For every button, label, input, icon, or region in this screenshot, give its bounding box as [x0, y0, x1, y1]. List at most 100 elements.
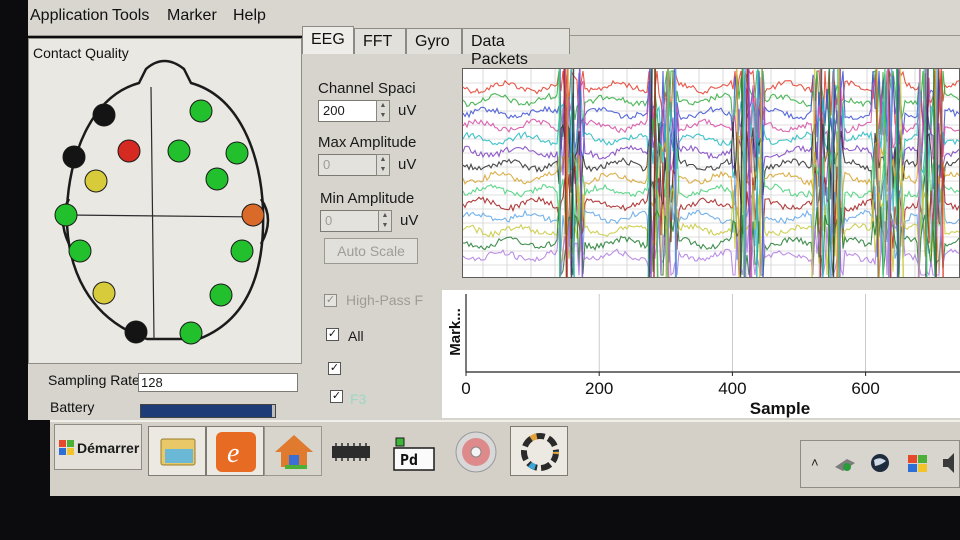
- marker-x-tick-label: 200: [585, 379, 613, 398]
- menu-tools[interactable]: Tools: [112, 7, 149, 25]
- sensor-green: [54, 203, 78, 227]
- taskbar-cd-button[interactable]: [446, 426, 504, 476]
- sensor-yellow: [84, 169, 108, 193]
- eeg-spike: [828, 68, 831, 278]
- svg-text:e: e: [227, 438, 239, 469]
- sensor-green: [205, 167, 229, 191]
- marker-x-tick-label: 0: [461, 379, 470, 398]
- battery-label: Battery: [50, 399, 95, 415]
- marker-y-axis-label: Mark...: [447, 308, 464, 356]
- sensor-green: [225, 141, 249, 165]
- eeg-spike: [666, 68, 670, 278]
- pd-icon: Pd: [393, 437, 435, 471]
- battery-bar: [140, 404, 276, 418]
- min-amplitude-unit: uV: [400, 212, 419, 229]
- sensor-red: [117, 139, 141, 163]
- channel-label-faded: [350, 362, 354, 378]
- menu-application[interactable]: Application: [30, 7, 108, 25]
- chevron-up-icon[interactable]: ˄: [811, 455, 819, 470]
- flag-icon[interactable]: [905, 451, 931, 475]
- pd-icon-text: Pd: [400, 451, 418, 469]
- tab-gyro[interactable]: Gyro: [406, 28, 462, 54]
- eeg-spike: [886, 68, 890, 278]
- sensor-yellow: [92, 281, 116, 305]
- chip-icon: [332, 443, 370, 461]
- max-amplitude-input[interactable]: 0: [318, 154, 384, 176]
- sensor-green: [189, 99, 213, 123]
- taskbar-folder-button[interactable]: [148, 426, 206, 476]
- ring-icon: [521, 433, 559, 471]
- menu-help[interactable]: Help: [233, 7, 266, 25]
- contact-quality-panel: Contact Quality: [28, 38, 302, 364]
- taskbar-e-app-button[interactable]: e: [206, 426, 264, 476]
- midline-vertical: [150, 86, 155, 340]
- max-amplitude-label: Max Amplitude: [318, 134, 417, 151]
- taskbar: Démarrer e Pd ˄: [50, 420, 960, 496]
- network-icon[interactable]: [833, 451, 857, 475]
- eeg-spike: [674, 68, 678, 278]
- sensor-green: [167, 139, 191, 163]
- speaker-icon[interactable]: [941, 450, 959, 476]
- eeg-spike: [756, 68, 759, 278]
- system-tray: ˄: [800, 440, 960, 488]
- taskbar-pd-button[interactable]: Pd: [384, 426, 442, 476]
- tab-fft[interactable]: FFT: [354, 28, 406, 54]
- taskbar-chip-button[interactable]: [322, 426, 380, 476]
- channel-f3-checkbox[interactable]: ✓: [330, 390, 343, 403]
- channel-spacing-input[interactable]: 200: [318, 100, 384, 122]
- min-amplitude-label: Min Amplitude: [320, 190, 415, 207]
- sampling-rate-label: Sampling Rate: [48, 372, 140, 388]
- head-map-icon: [54, 59, 270, 345]
- all-channels-label: All: [348, 328, 364, 344]
- start-button[interactable]: Démarrer: [54, 424, 142, 470]
- sensor-green: [179, 321, 203, 345]
- marker-chart: 0 200 400 600 Sample Mark...: [447, 294, 960, 418]
- sensor-black: [92, 103, 116, 127]
- marker-plot[interactable]: 0 200 400 600 Sample Mark...: [442, 290, 960, 418]
- battery-fill: [141, 405, 273, 417]
- sensor-black: [62, 145, 86, 169]
- channel-spacing-unit: uV: [398, 102, 417, 119]
- eeg-spike: [558, 68, 561, 278]
- e-app-icon: e: [216, 432, 256, 472]
- screen: Application Tools Marker Help Contact Qu…: [0, 0, 960, 540]
- channel-spacing-label: Channel Spaci: [318, 80, 416, 97]
- auto-scale-button[interactable]: Auto Scale: [324, 238, 418, 264]
- sensor-orange: [241, 203, 265, 227]
- windows-logo-icon: [59, 440, 74, 455]
- monitor-bezel-bottom: [0, 496, 960, 540]
- eeg-spike: [742, 68, 745, 278]
- marker-x-tick-label: 400: [718, 379, 746, 398]
- sensor-green: [230, 239, 254, 263]
- channel-checkbox[interactable]: ✓: [328, 362, 341, 375]
- max-amplitude-unit: uV: [398, 156, 417, 173]
- midline-horizontal: [66, 214, 264, 218]
- sensor-green: [68, 239, 92, 263]
- folder-icon: [160, 438, 196, 466]
- sensor-black: [124, 320, 148, 344]
- main-area: EEG FFT Gyro Data Packets Channel Spaci …: [302, 26, 960, 420]
- channel-spacing-stepper[interactable]: ▲ ▼: [376, 100, 390, 122]
- min-amplitude-stepper[interactable]: ▲ ▼: [378, 210, 392, 232]
- monitor-bezel-left: [0, 0, 28, 540]
- menu-marker[interactable]: Marker: [167, 7, 217, 25]
- start-button-label: Démarrer: [77, 440, 140, 456]
- tab-data-packets[interactable]: Data Packets: [462, 28, 570, 68]
- high-pass-checkbox[interactable]: ✓: [324, 294, 337, 307]
- min-amplitude-input[interactable]: 0: [320, 210, 386, 232]
- tab-eeg[interactable]: EEG: [302, 26, 354, 54]
- taskbar-ring-button[interactable]: [510, 426, 568, 476]
- max-amplitude-stepper[interactable]: ▲ ▼: [376, 154, 390, 176]
- globe-icon[interactable]: [869, 452, 891, 474]
- cd-icon: [455, 431, 497, 473]
- taskbar-home-button[interactable]: [264, 426, 322, 476]
- high-pass-label: High-Pass F: [346, 292, 424, 308]
- home-icon: [275, 435, 313, 469]
- marker-x-axis-label: Sample: [750, 399, 810, 418]
- status-area: Sampling Rate 128 Battery: [28, 364, 302, 420]
- sampling-rate-field: 128: [138, 373, 298, 392]
- all-channels-checkbox[interactable]: ✓: [326, 328, 339, 341]
- eeg-plot[interactable]: [462, 68, 960, 278]
- eeg-spike: [819, 68, 823, 278]
- marker-x-tick-label: 600: [851, 379, 879, 398]
